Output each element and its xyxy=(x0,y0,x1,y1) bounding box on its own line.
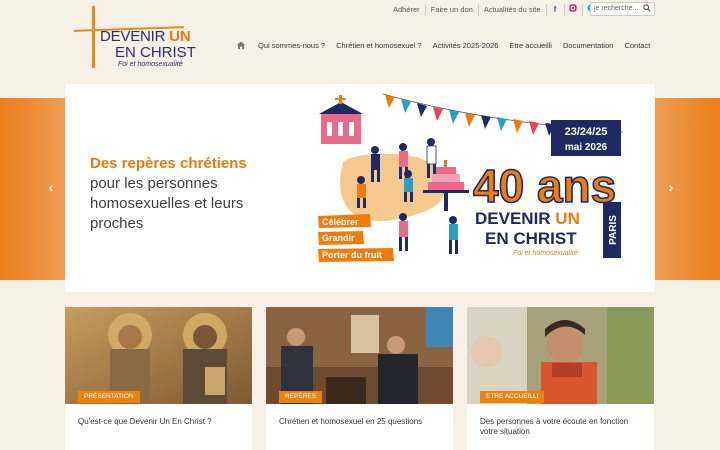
poster-org-line2: EN CHRIST xyxy=(485,229,577,248)
card-title-etre-accueilli[interactable]: Des personnes à votre écoute en fonction… xyxy=(480,417,645,437)
toplink-don[interactable]: Faire un don xyxy=(426,4,479,16)
nav-etre-accueilli[interactable]: Etre accueilli xyxy=(509,41,552,50)
nav-documentation[interactable]: Documentation xyxy=(563,41,613,50)
search-icon[interactable] xyxy=(643,4,651,12)
feature-cards: PRÉSENTATION Qu'est-ce que Devenir Un En… xyxy=(65,307,655,450)
toplink-actualites[interactable]: Actualités du site xyxy=(479,4,547,16)
slider-next-arrow[interactable]: › xyxy=(664,178,678,196)
main-nav: Qui sommes-nous ? Chrétien et homosexuel… xyxy=(236,40,650,50)
poster-org-line1: DEVENIR UN xyxy=(475,209,580,228)
church-illustration xyxy=(319,95,363,144)
card-image-reperes[interactable] xyxy=(266,307,453,404)
card-title-reperes[interactable]: Chrétien et homosexuel en 25 questions xyxy=(279,417,444,427)
poster-month: mai 2026 xyxy=(565,142,608,153)
toplink-adherer[interactable]: Adhérer xyxy=(388,4,426,16)
nav-chretien-homosexuel[interactable]: Chrétien et homosexuel ? xyxy=(336,41,421,50)
hero-slide: Des repères chrétiens pour les personnes… xyxy=(65,84,655,292)
facebook-icon[interactable]: f xyxy=(547,4,565,16)
card-image-etre-accueilli[interactable] xyxy=(467,307,654,404)
poster-dates: 23/24/25 xyxy=(565,126,608,138)
hero-accent-text: Des repères chrétiens xyxy=(90,155,247,172)
home-icon[interactable] xyxy=(236,40,246,50)
nav-qui-sommes-nous[interactable]: Qui sommes-nous ? xyxy=(258,41,325,50)
card-presentation[interactable]: PRÉSENTATION Qu'est-ce que Devenir Un En… xyxy=(65,307,252,450)
card-badge-reperes: REPÈRES xyxy=(279,391,323,403)
site-logo[interactable]: DEVENIR UN EN CHRIST Foi et homosexualit… xyxy=(72,6,202,76)
logo-cross-vertical xyxy=(92,6,95,68)
card-image-presentation[interactable] xyxy=(65,307,252,404)
event-poster[interactable]: Célébrer Grandir Porter du fruit 23/24/2… xyxy=(313,92,633,282)
logo-tagline: Foi et homosexualité xyxy=(118,61,183,68)
card-reperes[interactable]: REPÈRES Chrétien et homosexuel en 25 que… xyxy=(266,307,453,450)
hero-text: Des repères chrétiens pour les personnes… xyxy=(90,154,290,234)
poster-tagline: Foi et homosexualité xyxy=(513,250,578,257)
poster-tag-grandir: Grandir xyxy=(322,233,355,243)
poster-tag-porter: Porter du fruit xyxy=(322,250,382,260)
poster-tag-celebrer: Célébrer xyxy=(322,217,359,227)
logo-title-line1: DEVENIR UN xyxy=(100,28,191,45)
top-links: Adhérer Faire un don Actualités du site … xyxy=(388,3,601,17)
nav-activites[interactable]: Activités 2025-2026 xyxy=(433,41,499,50)
instagram-icon[interactable] xyxy=(565,4,583,16)
card-badge-presentation: PRÉSENTATION xyxy=(78,391,140,403)
search-input[interactable]: je recherche... xyxy=(590,2,655,16)
event-tags: Célébrer Grandir Porter du fruit xyxy=(318,214,394,262)
poster-anniversary: 40 ans xyxy=(473,160,616,212)
card-title-presentation[interactable]: Qu'est-ce que Devenir Un En Christ ? xyxy=(78,417,243,427)
poster-city: PARIS xyxy=(608,215,619,245)
slider-prev-arrow[interactable]: ‹ xyxy=(44,178,58,196)
hero-plain-text: pour les personnes homosexuelles et leur… xyxy=(90,175,244,232)
nav-contact[interactable]: Contact xyxy=(624,41,650,50)
logo-title-line2: EN CHRIST xyxy=(115,44,196,61)
search-placeholder: je recherche... xyxy=(594,5,639,12)
card-etre-accueilli[interactable]: ETRE ACCUEILLI Des personnes à votre éco… xyxy=(467,307,654,450)
card-badge-etre-accueilli: ETRE ACCUEILLI xyxy=(480,391,545,403)
